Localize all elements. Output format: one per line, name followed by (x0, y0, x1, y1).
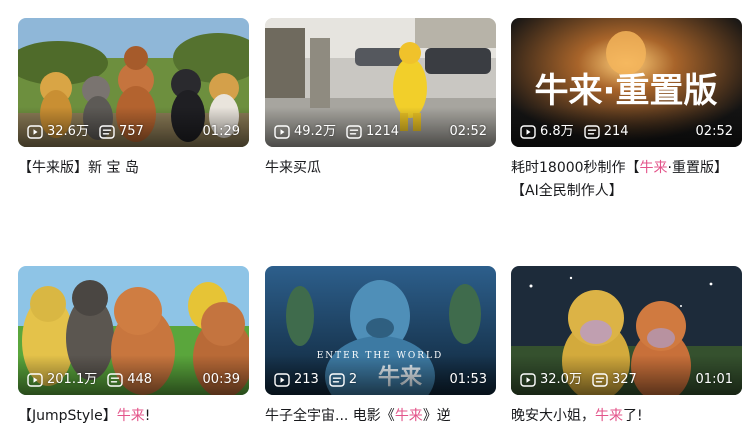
views-stat: 32.0万 (520, 372, 582, 388)
danmaku-stat: 214 (583, 124, 629, 140)
views-stat: 32.6万 (27, 124, 89, 140)
video-title[interactable]: 【JumpStyle】牛来! (18, 405, 249, 428)
video-title[interactable]: 牛来买瓜 (265, 157, 496, 180)
title-text: 【牛来版】新 宝 岛 (18, 160, 139, 176)
video-duration: 00:39 (202, 372, 240, 387)
video-card[interactable]: 牛来·重置版 6.8万 214 02:52 耗时18000秒制作【牛来·重置版】… (511, 18, 742, 203)
danmaku-stat: 757 (99, 124, 144, 140)
video-card[interactable]: 32.0万 327 01:01 晚安大小姐，牛来了! (511, 266, 742, 428)
title-highlight: 牛来 (639, 160, 668, 176)
views-count: 201.1万 (47, 372, 98, 387)
video-duration: 01:01 (695, 372, 733, 387)
video-stats: 201.1万 448 00:39 (27, 372, 240, 388)
video-title[interactable]: 牛子全宇宙... 电影《牛来》逆 (265, 405, 496, 428)
danmaku-count-icon (329, 373, 345, 387)
danmaku-count-icon (592, 373, 608, 387)
danmaku-stat: 327 (592, 372, 637, 388)
views-count: 213 (294, 372, 319, 387)
video-grid: 32.6万 757 01:29 【牛来版】新 宝 岛 49.2万 1214 02… (0, 0, 750, 433)
title-highlight: 牛来 (116, 408, 145, 424)
thumbnail-overlay-title: 牛来·重置版 (535, 71, 718, 111)
views-count: 49.2万 (294, 124, 336, 139)
danmaku-stat: 2 (329, 372, 357, 388)
danmaku-count-icon (99, 125, 115, 139)
video-card[interactable]: 201.1万 448 00:39 【JumpStyle】牛来! (18, 266, 249, 428)
danmaku-stat: 1214 (346, 124, 399, 140)
title-text: 》逆 (422, 408, 451, 424)
title-text: 牛来买瓜 (265, 160, 321, 176)
title-highlight: 牛来 (595, 408, 623, 424)
play-count-icon (520, 373, 536, 387)
title-highlight: 牛来 (394, 408, 423, 424)
danmaku-count: 327 (611, 372, 637, 387)
video-title[interactable]: 【牛来版】新 宝 岛 (18, 157, 249, 180)
video-thumbnail[interactable]: 49.2万 1214 02:52 (265, 18, 496, 147)
video-card[interactable]: ENTER THE WORLD 牛来 213 2 01:53 牛子全宇宙... … (265, 266, 496, 428)
video-title[interactable]: 晚安大小姐，牛来了! (511, 405, 742, 428)
danmaku-count: 214 (603, 124, 629, 139)
video-thumbnail[interactable]: ENTER THE WORLD 牛来 213 2 01:53 (265, 266, 496, 395)
danmaku-count-icon (346, 125, 362, 139)
views-count: 32.6万 (47, 124, 89, 139)
play-count-icon (520, 125, 536, 139)
danmaku-count-icon (583, 125, 600, 139)
danmaku-count: 1214 (365, 124, 400, 139)
title-text: ! (144, 408, 151, 424)
video-thumbnail[interactable]: 32.6万 757 01:29 (18, 18, 249, 147)
views-stat: 6.8万 (520, 124, 574, 140)
views-count: 32.0万 (540, 372, 582, 387)
video-title[interactable]: 耗时18000秒制作【牛来·重置版】 【AI全民制作人】 (511, 157, 742, 203)
video-stats: 49.2万 1214 02:52 (274, 124, 487, 140)
play-count-icon (274, 373, 290, 387)
views-count: 6.8万 (540, 124, 574, 139)
title-text: 了! (623, 408, 643, 424)
danmaku-count: 2 (348, 372, 358, 387)
video-stats: 32.0万 327 01:01 (520, 372, 733, 388)
play-count-icon (274, 125, 290, 139)
video-thumbnail[interactable]: 32.0万 327 01:01 (511, 266, 742, 395)
video-card[interactable]: 49.2万 1214 02:52 牛来买瓜 (265, 18, 496, 180)
danmaku-stat: 448 (107, 372, 152, 388)
play-count-icon (27, 125, 43, 139)
title-text: 【JumpStyle】 (18, 408, 117, 424)
views-stat: 49.2万 (274, 124, 336, 140)
video-stats: 32.6万 757 01:29 (27, 124, 240, 140)
title-text: 牛子全宇宙... 电影《 (265, 408, 395, 424)
play-count-icon (27, 373, 43, 387)
video-stats: 213 2 01:53 (274, 372, 487, 388)
video-card[interactable]: 32.6万 757 01:29 【牛来版】新 宝 岛 (18, 18, 249, 180)
video-duration: 02:52 (695, 124, 733, 139)
video-duration: 01:29 (202, 124, 240, 139)
title-text: 晚安大小姐， (511, 408, 595, 424)
video-stats: 6.8万 214 02:52 (520, 124, 733, 140)
title-text: 耗时18000秒制作【 (511, 160, 640, 176)
danmaku-count: 757 (118, 124, 144, 139)
danmaku-count-icon (107, 373, 123, 387)
video-duration: 02:52 (449, 124, 487, 139)
danmaku-count: 448 (127, 372, 153, 387)
video-thumbnail[interactable]: 牛来·重置版 6.8万 214 02:52 (511, 18, 742, 147)
video-thumbnail[interactable]: 201.1万 448 00:39 (18, 266, 249, 395)
video-duration: 01:53 (449, 372, 487, 387)
views-stat: 201.1万 (27, 372, 97, 388)
views-stat: 213 (274, 372, 319, 388)
